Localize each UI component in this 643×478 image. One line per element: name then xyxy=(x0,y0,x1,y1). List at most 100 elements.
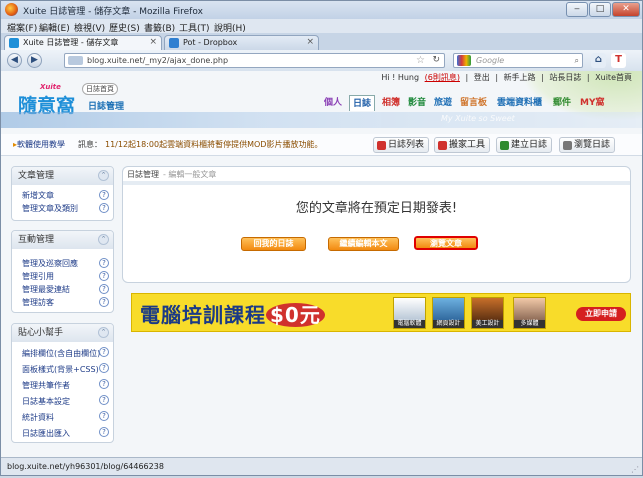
help-icon[interactable]: ? xyxy=(99,427,109,437)
sidebar-item-visitors[interactable]: 管理訪客? xyxy=(12,296,113,309)
ad-image-web[interactable]: 網頁設計 xyxy=(432,297,465,329)
status-text: blog.xuite.net/yh96301/blog/64466238 xyxy=(7,462,164,471)
view-article-button[interactable]: 瀏覽文章 xyxy=(413,235,479,251)
help-icon[interactable]: ? xyxy=(99,411,109,421)
tutorial-link[interactable]: ▸軟體使用教學 xyxy=(13,139,65,150)
item-label: 面板樣式(背景+CSS) xyxy=(22,365,99,374)
user-links: Hi ! Hung (6則訊息) | 登出 | 新手上路 | 站長日誌 | Xu… xyxy=(378,72,632,83)
svc-cloud[interactable]: 雲端資料櫃 xyxy=(494,95,545,111)
ad-title-text: 電腦培訓課程 xyxy=(140,303,266,327)
item-label: 日誌匯出匯入 xyxy=(22,429,70,438)
help-icon[interactable]: ? xyxy=(99,284,109,294)
menu-bar: 檔案(F) 編輯(E) 檢視(V) 歷史(S) 書籤(B) 工具(T) 說明(H… xyxy=(1,19,642,34)
item-label: 管理文章及類別 xyxy=(22,204,78,213)
collapse-icon[interactable]: ⌃ xyxy=(98,170,109,181)
sidebar-item-comments[interactable]: 管理及巡察回應? xyxy=(12,257,113,270)
xuite-home-link[interactable]: Xuite首頁 xyxy=(595,73,632,82)
sidebar-item-statistics[interactable]: 統計資料? xyxy=(12,410,113,426)
panel-interaction: 互動管理 ⌃ 管理及巡察回應? 管理引用? 管理最愛連結? 管理訪客? xyxy=(11,230,114,313)
messages-link[interactable]: (6則訊息) xyxy=(425,73,460,82)
site-identity-icon[interactable] xyxy=(68,56,83,65)
xuite-favicon-icon xyxy=(9,38,19,48)
sidebar-item-layout[interactable]: 編排欄位(含自由欄位)? xyxy=(12,346,113,362)
admin-diary-link[interactable]: 站長日誌 xyxy=(549,73,581,82)
ad-banner[interactable]: 電腦培訓課程 $0元 電腦軟體 網頁設計 美工設計 多媒體 立即申請 xyxy=(131,293,631,332)
divider: | xyxy=(495,73,499,82)
svc-travel[interactable]: 旅遊 xyxy=(431,95,455,111)
back-to-diary-button[interactable]: 回我的日誌 xyxy=(241,237,306,251)
help-icon[interactable]: ? xyxy=(99,203,109,213)
addon-t-icon[interactable]: T xyxy=(611,53,626,68)
search-icon[interactable]: ⌕ xyxy=(575,54,579,67)
browse-diary-button[interactable]: 瀏覽日誌 xyxy=(559,137,616,153)
move-icon xyxy=(438,141,447,150)
sidebar-item-theme[interactable]: 面板樣式(背景+CSS)? xyxy=(12,362,113,378)
firefox-window: Xuite 日誌管理 - 儲存文章 - Mozilla Firefox ‒ □ … xyxy=(0,0,643,476)
ad-image-media[interactable]: 多媒體 xyxy=(513,297,546,329)
greeting: Hi ! Hung xyxy=(381,73,420,82)
sidebar-item-favorite-links[interactable]: 管理最愛連結? xyxy=(12,283,113,296)
item-label: 新增文章 xyxy=(22,191,54,200)
help-icon[interactable]: ? xyxy=(99,271,109,281)
forward-button[interactable]: ▶ xyxy=(27,53,42,68)
google-icon[interactable] xyxy=(457,55,471,66)
help-icon[interactable]: ? xyxy=(99,347,109,357)
newbie-link[interactable]: 新手上路 xyxy=(504,73,536,82)
resize-grip-icon[interactable]: ⋰ xyxy=(631,461,639,478)
tab-label: Xuite 日誌管理 - 儲存文章 xyxy=(23,38,119,47)
sidebar-item-trackback[interactable]: 管理引用? xyxy=(12,270,113,283)
ad-image-label: 網頁設計 xyxy=(433,320,464,328)
collapse-icon[interactable]: ⌃ xyxy=(98,234,109,245)
help-icon[interactable]: ? xyxy=(99,395,109,405)
minimize-button[interactable]: ‒ xyxy=(566,2,588,17)
url-text: blog.xuite.net/_my2/ajax_done.php xyxy=(87,56,229,65)
continue-editing-button[interactable]: 繼續編輯本文 xyxy=(328,237,399,251)
search-input[interactable]: Google ⌕ xyxy=(453,53,583,68)
divider: | xyxy=(465,73,469,82)
tab-xuite[interactable]: Xuite 日誌管理 - 儲存文章 × xyxy=(4,35,162,50)
svc-guestbook[interactable]: 留言板 xyxy=(457,95,490,111)
url-bar[interactable]: blog.xuite.net/_my2/ajax_done.php ☆ ↻ xyxy=(64,53,445,68)
tab-close-icon[interactable]: × xyxy=(306,36,314,49)
back-button[interactable]: ◀ xyxy=(7,53,22,68)
help-icon[interactable]: ? xyxy=(99,379,109,389)
close-button[interactable]: ✕ xyxy=(612,2,640,17)
ad-apply-button[interactable]: 立即申請 xyxy=(576,307,626,321)
maximize-button[interactable]: □ xyxy=(589,2,611,17)
diary-list-button[interactable]: 日誌列表 xyxy=(373,137,430,153)
svc-mywo[interactable]: MY窩 xyxy=(577,95,607,111)
logout-link[interactable]: 登出 xyxy=(474,73,490,82)
notice-message[interactable]: 11/12起18:00起雲端資料櫃將暫停提供MOD影片播放功能。 xyxy=(105,139,322,150)
help-icon[interactable]: ? xyxy=(99,190,109,200)
item-label: 管理引用 xyxy=(22,272,54,281)
tab-close-icon[interactable]: × xyxy=(149,36,157,49)
content-panel: 日誌管理 - 編輯一般文章 您的文章將在預定日期發表! 回我的日誌 繼續編輯本文 … xyxy=(122,166,631,283)
panel-header: 互動管理 ⌃ xyxy=(12,231,113,249)
tab-dropbox[interactable]: Pot - Dropbox × xyxy=(164,35,319,50)
item-label: 管理及巡察回應 xyxy=(22,259,78,268)
button-label: 建立日誌 xyxy=(511,140,548,150)
reload-icon[interactable]: ↻ xyxy=(432,54,440,67)
sidebar-item-new-article[interactable]: 新增文章? xyxy=(12,189,113,202)
sidebar-item-import-export[interactable]: 日誌匯出匯入? xyxy=(12,426,113,442)
svc-video[interactable]: 影音 xyxy=(405,95,429,111)
svc-personal[interactable]: 個人 xyxy=(321,95,345,111)
svc-album[interactable]: 相簿 xyxy=(379,95,403,111)
sidebar-item-manage-articles[interactable]: 管理文章及類別? xyxy=(12,202,113,215)
ad-image-software[interactable]: 電腦軟體 xyxy=(393,297,426,329)
dropbox-favicon-icon xyxy=(169,38,179,48)
move-tool-button[interactable]: 搬家工具 xyxy=(434,137,491,153)
bookmark-star-icon[interactable]: ☆ xyxy=(416,54,425,67)
help-icon[interactable]: ? xyxy=(99,258,109,268)
help-icon[interactable]: ? xyxy=(99,297,109,307)
collapse-icon[interactable]: ⌃ xyxy=(98,327,109,338)
svc-diary[interactable]: 日誌 xyxy=(349,95,376,111)
sidebar-item-coauthors[interactable]: 管理共筆作者? xyxy=(12,378,113,394)
sidebar-item-settings[interactable]: 日誌基本設定? xyxy=(12,394,113,410)
ad-image-art[interactable]: 美工設計 xyxy=(471,297,504,329)
diary-home-badge[interactable]: 日誌首頁 xyxy=(82,83,118,95)
home-icon[interactable]: ⌂ xyxy=(591,53,606,68)
help-icon[interactable]: ? xyxy=(99,363,109,373)
svc-mail[interactable]: 郵件 xyxy=(550,95,574,111)
create-diary-button[interactable]: 建立日誌 xyxy=(496,137,553,153)
